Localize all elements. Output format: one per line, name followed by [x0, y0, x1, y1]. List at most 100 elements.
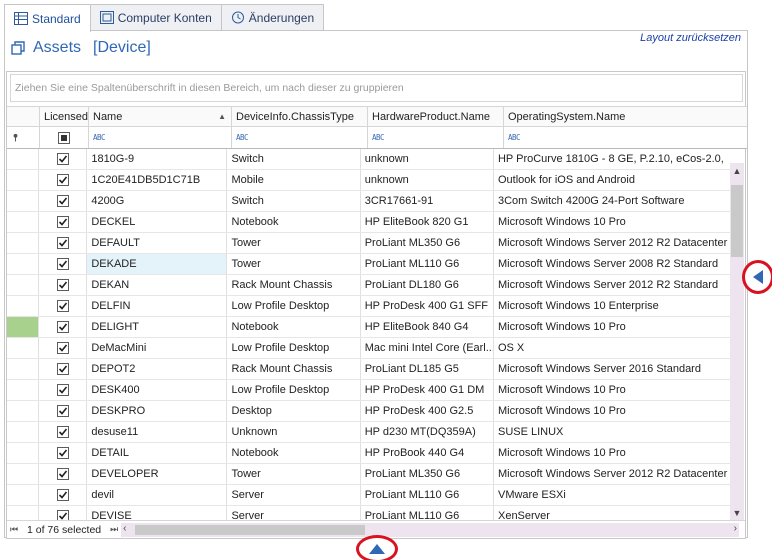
operating-system-cell[interactable]: SUSE LINUX — [494, 422, 732, 442]
row-indicator[interactable] — [7, 464, 40, 484]
chassis-type-cell[interactable]: Low Profile Desktop — [227, 380, 361, 400]
hardware-product-cell[interactable]: HP EliteBook 840 G4 — [361, 317, 494, 337]
column-header-licensed[interactable]: Licensed — [40, 107, 89, 126]
name-cell[interactable]: DECKEL — [87, 212, 228, 232]
operating-system-cell[interactable]: HP ProCurve 1810G - 8 GE, P.2.10, eCos-2… — [494, 149, 732, 169]
chassis-type-cell[interactable]: Switch — [227, 191, 361, 211]
hardware-product-cell[interactable]: ProLiant ML350 G6 — [361, 233, 494, 253]
name-cell[interactable]: DEVISE — [87, 506, 228, 520]
first-record-icon[interactable]: ⏮ — [7, 524, 21, 535]
operating-system-cell[interactable]: VMware ESXi — [494, 485, 732, 505]
licensed-cell[interactable] — [39, 170, 88, 190]
licensed-checkbox[interactable] — [56, 153, 69, 165]
name-cell[interactable]: DeMacMini — [87, 338, 228, 358]
row-indicator[interactable] — [7, 254, 40, 274]
licensed-cell[interactable] — [39, 149, 88, 169]
hardware-product-cell[interactable]: ProLiant ML110 G6 — [361, 254, 494, 274]
chassis-type-cell[interactable]: Low Profile Desktop — [227, 296, 361, 316]
row-indicator[interactable] — [7, 317, 40, 337]
column-header-os[interactable]: OperatingSystem.Name — [504, 107, 747, 126]
table-row[interactable]: DEPOT2 Rack Mount Chassis ProLiant DL185 G… — [7, 359, 732, 380]
hardware-product-cell[interactable]: ProLiant ML110 G6 — [361, 506, 494, 520]
hardware-product-cell[interactable]: 3CR17661-91 — [361, 191, 494, 211]
filter-chassis[interactable]: ABC — [232, 127, 368, 148]
licensed-checkbox[interactable] — [56, 510, 69, 520]
chassis-type-cell[interactable]: Rack Mount Chassis — [227, 359, 361, 379]
scroll-left-icon[interactable]: ‹ — [123, 523, 126, 534]
licensed-checkbox[interactable] — [56, 195, 69, 207]
name-cell[interactable]: 1810G-9 — [87, 149, 228, 169]
licensed-checkbox[interactable] — [56, 300, 69, 312]
licensed-checkbox[interactable] — [56, 174, 69, 186]
licensed-checkbox[interactable] — [56, 342, 69, 354]
licensed-cell[interactable] — [39, 380, 88, 400]
operating-system-cell[interactable]: Microsoft Windows Server 2008 R2 Standar… — [494, 254, 732, 274]
licensed-checkbox[interactable] — [56, 426, 69, 438]
licensed-cell[interactable] — [39, 401, 88, 421]
table-row[interactable]: DEVELOPER Tower ProLiant ML350 G6 Microsoft… — [7, 464, 732, 485]
chassis-type-cell[interactable]: Notebook — [227, 212, 361, 232]
filter-name[interactable]: ABC — [89, 127, 232, 148]
licensed-checkbox[interactable] — [56, 384, 69, 396]
licensed-checkbox[interactable] — [56, 468, 69, 480]
scroll-down-icon[interactable]: ▼ — [732, 508, 742, 518]
operating-system-cell[interactable]: Outlook for iOS and Android — [494, 170, 732, 190]
table-row[interactable]: DETAIL Notebook HP ProBook 440 G4 Microsoft… — [7, 443, 732, 464]
row-indicator[interactable] — [7, 191, 40, 211]
chassis-type-cell[interactable]: Server — [227, 506, 361, 520]
hardware-product-cell[interactable]: unknown — [361, 170, 494, 190]
hardware-product-cell[interactable]: HP ProDesk 400 G2.5 — [361, 401, 494, 421]
column-header-chassis[interactable]: DeviceInfo.ChassisType — [232, 107, 368, 126]
last-record-icon[interactable]: ⏭ — [107, 524, 121, 535]
table-row[interactable]: DEKADE Tower ProLiant ML110 G6 Microsoft Wi… — [7, 254, 732, 275]
chassis-type-cell[interactable]: Tower — [227, 254, 361, 274]
filter-pin-icon[interactable] — [7, 127, 40, 148]
operating-system-cell[interactable]: OS X — [494, 338, 732, 358]
chassis-type-cell[interactable]: Tower — [227, 233, 361, 253]
hardware-product-cell[interactable]: Mac mini Intel Core (Earl... — [361, 338, 494, 358]
table-row[interactable]: DeMacMini Low Profile Desktop Mac mini Int… — [7, 338, 732, 359]
table-row[interactable]: DEKAN Rack Mount Chassis ProLiant DL180 G6… — [7, 275, 732, 296]
name-cell[interactable]: 4200G — [87, 191, 228, 211]
name-cell[interactable]: DEPOT2 — [87, 359, 228, 379]
row-indicator[interactable] — [7, 401, 40, 421]
name-cell[interactable]: DESK400 — [87, 380, 228, 400]
licensed-cell[interactable] — [39, 254, 88, 274]
licensed-checkbox[interactable] — [56, 237, 69, 249]
licensed-cell[interactable] — [39, 464, 88, 484]
table-row[interactable]: desuse11 Unknown HP d230 MT(DQ359A) SUSE LI… — [7, 422, 732, 443]
licensed-cell[interactable] — [39, 233, 88, 253]
licensed-checkbox[interactable] — [56, 216, 69, 228]
operating-system-cell[interactable]: Microsoft Windows 10 Pro — [494, 317, 732, 337]
table-row[interactable]: DELIGHT Notebook HP EliteBook 840 G4 Micros… — [7, 317, 732, 338]
name-cell[interactable]: DELFIN — [87, 296, 228, 316]
row-indicator[interactable] — [7, 275, 40, 295]
row-indicator[interactable] — [7, 170, 40, 190]
licensed-cell[interactable] — [39, 506, 88, 520]
hardware-product-cell[interactable]: ProLiant ML350 G6 — [361, 464, 494, 484]
licensed-cell[interactable] — [39, 296, 88, 316]
chassis-type-cell[interactable]: Low Profile Desktop — [227, 338, 361, 358]
chassis-type-cell[interactable]: Notebook — [227, 317, 361, 337]
reset-layout-link[interactable]: Layout zurücksetzen — [640, 32, 741, 44]
operating-system-cell[interactable]: Microsoft Windows 10 Enterprise — [494, 296, 732, 316]
operating-system-cell[interactable]: Microsoft Windows 10 Pro — [494, 380, 732, 400]
table-row[interactable]: DEFAULT Tower ProLiant ML350 G6 Microsoft W… — [7, 233, 732, 254]
operating-system-cell[interactable]: 3Com Switch 4200G 24-Port Software — [494, 191, 732, 211]
tab-aenderungen[interactable]: Änderungen — [220, 4, 325, 30]
operating-system-cell[interactable]: Microsoft Windows Server 2012 R2 Datacen… — [494, 464, 732, 484]
chassis-type-cell[interactable]: Server — [227, 485, 361, 505]
scroll-up-icon[interactable]: ▲ — [732, 166, 742, 176]
name-cell[interactable]: DETAIL — [87, 443, 228, 463]
row-indicator[interactable] — [7, 485, 40, 505]
name-cell[interactable]: DEKADE — [87, 254, 228, 274]
hardware-product-cell[interactable]: ProLiant DL185 G5 — [361, 359, 494, 379]
column-header-hardware[interactable]: HardwareProduct.Name — [368, 107, 504, 126]
name-cell[interactable]: DEVELOPER — [87, 464, 228, 484]
licensed-checkbox[interactable] — [56, 405, 69, 417]
row-indicator[interactable] — [7, 296, 40, 316]
table-row[interactable]: 1C20E41DB5D1C71B Mobile unknown Outlook for… — [7, 170, 732, 191]
name-cell[interactable]: devil — [87, 485, 228, 505]
table-row[interactable]: 4200G Switch 3CR17661-91 3Com Switch 4200G … — [7, 191, 732, 212]
licensed-cell[interactable] — [39, 338, 88, 358]
